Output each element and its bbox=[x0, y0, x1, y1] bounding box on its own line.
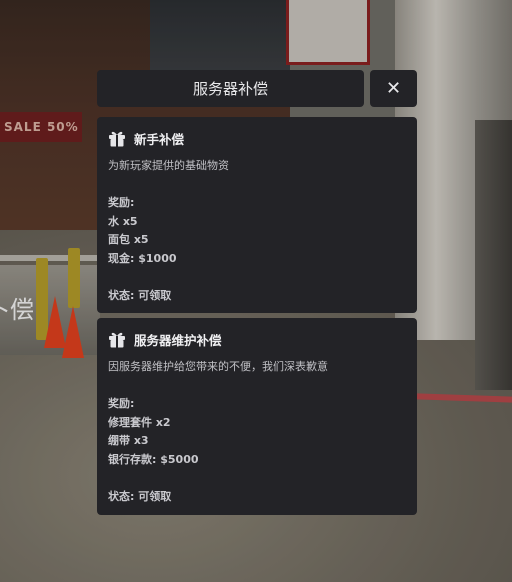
reward-item: 水 x5 bbox=[108, 214, 138, 228]
panel-title: 服务器补偿 bbox=[192, 80, 268, 98]
reward-item: 绷带 x3 bbox=[108, 434, 149, 447]
card-description: 为新玩家提供的基础物资 bbox=[108, 159, 229, 172]
reward-item: 银行存款: $5000 bbox=[108, 452, 199, 466]
rewards-label: 奖励: bbox=[108, 397, 135, 410]
reward-item: 面包 x5 bbox=[108, 233, 149, 246]
rewards-label: 奖励: bbox=[108, 196, 135, 209]
reward-item: 修理套件 x2 bbox=[108, 415, 171, 429]
panel-title-bar: 服务器补偿 bbox=[97, 70, 364, 107]
card-title: 新手补偿 bbox=[134, 132, 185, 147]
card-title: 服务器维护补偿 bbox=[134, 333, 222, 348]
card-header: 服务器维护补偿 bbox=[108, 330, 406, 349]
card-status: 状态: 可领取 bbox=[108, 489, 172, 503]
card-status: 状态: 可领取 bbox=[108, 288, 172, 302]
close-button[interactable]: ✕ bbox=[370, 70, 417, 107]
reward-item: 现金: $1000 bbox=[108, 251, 177, 265]
close-icon: ✕ bbox=[385, 78, 402, 99]
compensation-card[interactable]: 服务器维护补偿 因服务器维护给您带来的不便，我们深表歉意 奖励: 修理套件 x2… bbox=[97, 318, 417, 515]
compensation-card[interactable]: 新手补偿 为新玩家提供的基础物资 奖励: 水 x5 面包 x5 现金: $100… bbox=[97, 117, 417, 313]
card-header: 新手补偿 bbox=[108, 129, 406, 148]
gift-icon bbox=[109, 332, 125, 348]
card-description: 因服务器维护给您带来的不便，我们深表歉意 bbox=[108, 360, 328, 373]
gift-icon bbox=[109, 131, 125, 147]
